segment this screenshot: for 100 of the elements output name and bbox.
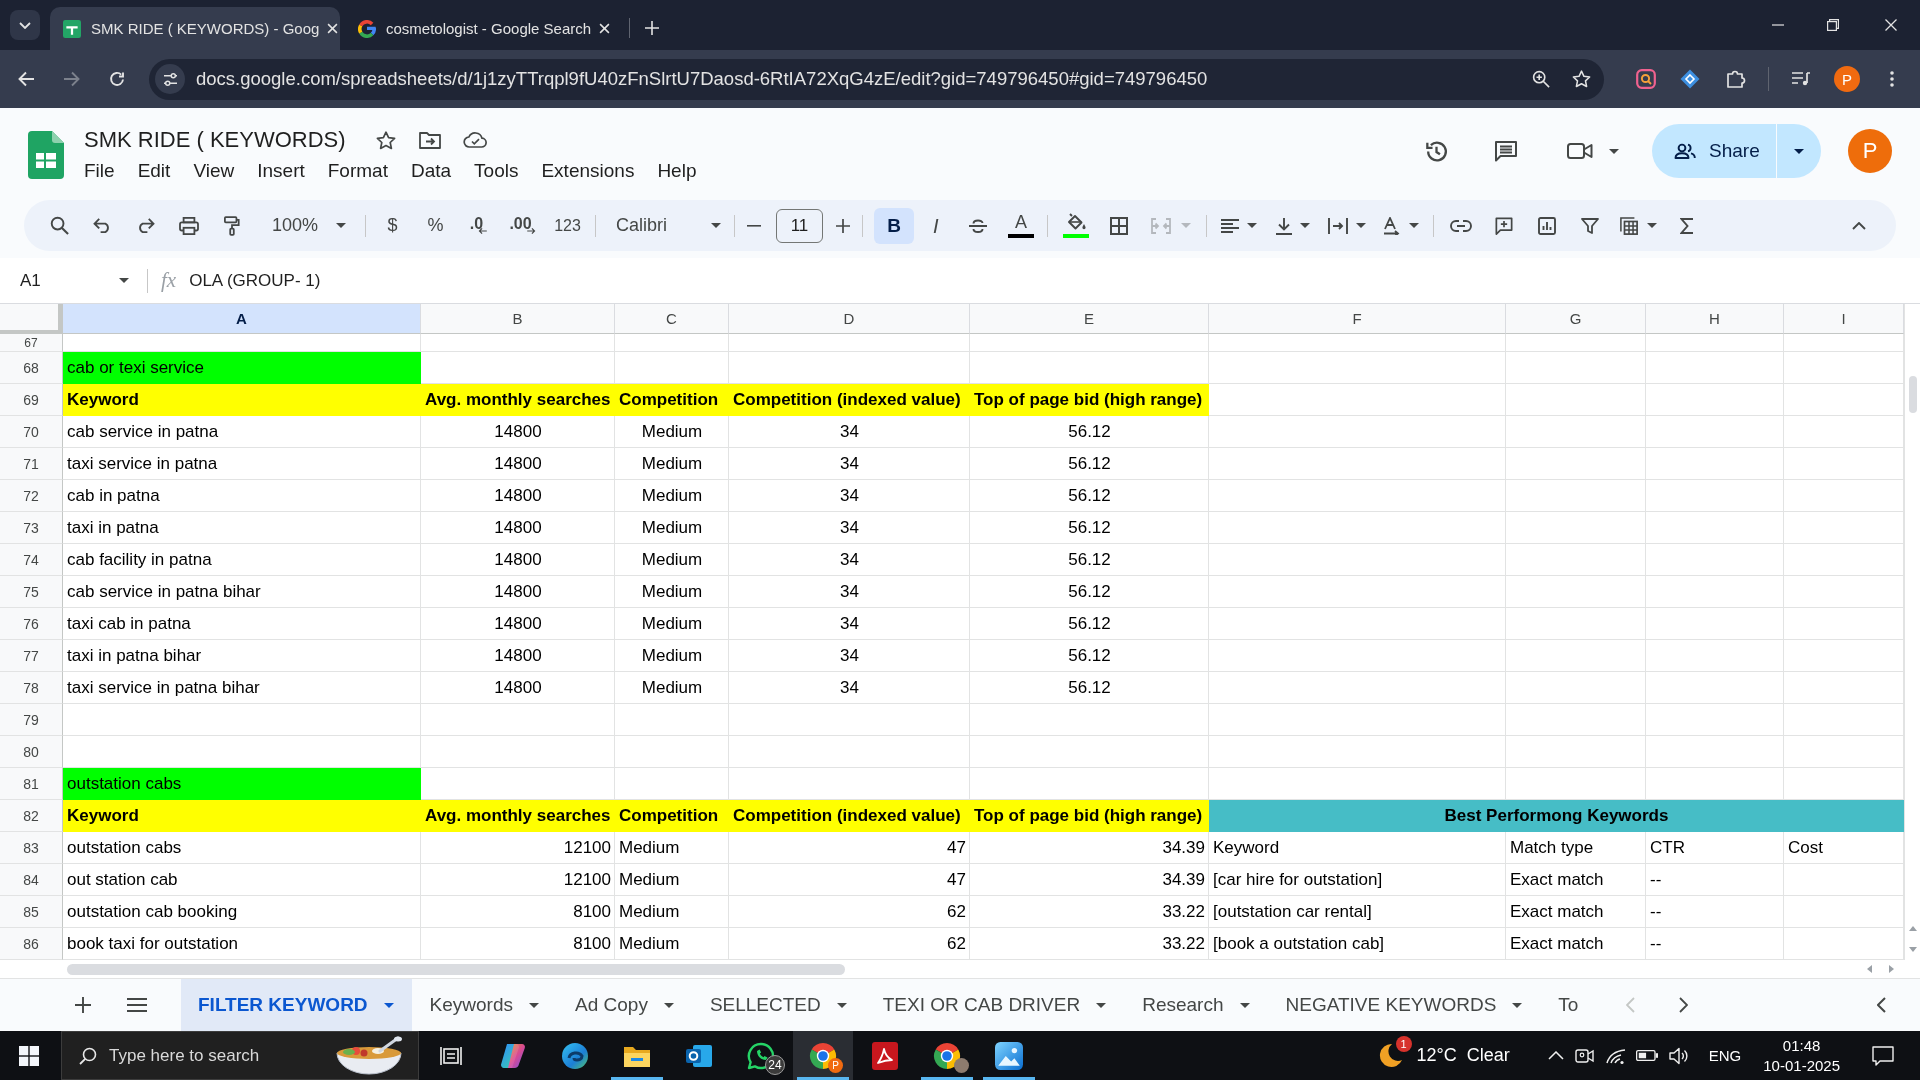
taskbar-search-field[interactable]: Type here to search — [61, 1031, 419, 1080]
sheet-tab[interactable]: Ad Copy — [557, 979, 692, 1031]
row-number[interactable]: 75 — [0, 576, 63, 608]
search-input[interactable]: Type here to search — [109, 1040, 334, 1071]
zoom-select[interactable]: 100% — [253, 208, 360, 243]
sheet-tab[interactable]: NEGATIVE KEYWORDS — [1267, 979, 1541, 1031]
row-number[interactable]: 83 — [0, 832, 63, 864]
caret-icon[interactable] — [1647, 223, 1657, 228]
bold-button[interactable]: B — [874, 207, 914, 244]
left-arrow-icon[interactable] — [1867, 965, 1872, 973]
number-format-button[interactable]: 123 — [545, 208, 590, 243]
print-icon[interactable] — [178, 216, 199, 235]
puzzle-icon[interactable] — [1726, 69, 1746, 89]
sum-icon[interactable] — [1679, 217, 1694, 234]
menu-item[interactable]: Extensions — [537, 158, 639, 184]
cloud-check-icon[interactable] — [462, 132, 487, 148]
site-info-button[interactable] — [155, 64, 185, 94]
row-number[interactable]: 84 — [0, 864, 63, 896]
new-tab-icon[interactable] — [645, 21, 659, 35]
caret-icon[interactable] — [836, 1002, 847, 1008]
caret-icon[interactable] — [1239, 1002, 1250, 1008]
row-number[interactable]: 78 — [0, 672, 63, 704]
more-icon[interactable] — [1890, 71, 1894, 87]
notification-icon[interactable] — [1872, 1045, 1894, 1066]
add-sheet-icon[interactable] — [75, 997, 91, 1013]
caret-icon[interactable] — [1300, 223, 1310, 228]
row-number[interactable]: 80 — [0, 736, 63, 768]
menu-item[interactable]: Format — [323, 158, 392, 184]
decrease-decimal-button[interactable]: .0 — [457, 208, 500, 243]
row-number[interactable]: 81 — [0, 768, 63, 800]
text-rotation-icon[interactable] — [1383, 216, 1401, 235]
row-number[interactable]: 72 — [0, 480, 63, 512]
zoom-in-icon[interactable] — [1532, 70, 1550, 88]
menu-item[interactable]: View — [189, 158, 239, 184]
temperature-label[interactable]: 12°C — [1416, 1045, 1457, 1066]
down-arrow-icon[interactable] — [1908, 947, 1917, 952]
video-camera-icon[interactable] — [1574, 1046, 1595, 1065]
row-number[interactable]: 70 — [0, 416, 63, 448]
bookmark-star-icon[interactable] — [1572, 70, 1591, 88]
formula-field[interactable]: OLA (GROUP- 1) — [189, 264, 1920, 297]
clock-date[interactable]: 10-01-2025 — [1763, 1055, 1840, 1076]
spreadsheet-logo-icon[interactable] — [28, 131, 64, 179]
italic-button[interactable]: I — [916, 207, 956, 244]
back-arrow-icon[interactable] — [18, 71, 35, 87]
column-header[interactable]: C — [615, 304, 729, 334]
right-arrow-icon[interactable] — [1889, 965, 1894, 973]
column-header[interactable]: D — [729, 304, 970, 334]
font-select[interactable]: Calibri — [601, 208, 729, 243]
sheet-tab[interactable]: SELLECTED — [691, 979, 865, 1031]
wifi-icon[interactable] — [1605, 1046, 1626, 1065]
caret-icon[interactable] — [1247, 223, 1257, 228]
close-icon[interactable] — [1885, 19, 1897, 31]
sheet-tab[interactable]: FILTER KEYWORD — [181, 979, 412, 1031]
text-wrap-icon[interactable] — [1328, 217, 1348, 234]
address-bar-field[interactable]: docs.google.com/spreadsheets/d/1j1zyTTrqpl9fU40zFnSlrtU7Daosd-6RtIA72XqG4zE/edit?gid=749796450#gid=749796450 — [149, 58, 1604, 100]
close-icon[interactable] — [327, 23, 339, 34]
menu-item[interactable]: File — [80, 158, 119, 184]
language-indicator[interactable]: ENG — [1708, 1047, 1742, 1064]
column-header[interactable]: I — [1784, 304, 1904, 334]
row-number[interactable]: 77 — [0, 640, 63, 672]
browser-tab[interactable]: cosmetologist - Google Search — [345, 7, 621, 50]
start-menu-icon[interactable] — [19, 1045, 39, 1066]
column-header[interactable]: E — [970, 304, 1209, 334]
caret-icon[interactable] — [1096, 1002, 1107, 1008]
row-number[interactable]: 85 — [0, 896, 63, 928]
table-icon[interactable] — [1619, 216, 1639, 235]
column-header[interactable]: A — [63, 304, 421, 334]
scrollbar-thumb[interactable] — [67, 963, 845, 975]
menu-item[interactable]: Data — [406, 158, 456, 184]
row-number[interactable]: 76 — [0, 608, 63, 640]
row-number[interactable]: 79 — [0, 704, 63, 736]
caret-icon[interactable] — [1409, 223, 1419, 228]
row-number[interactable]: 67 — [0, 334, 63, 352]
row-number[interactable]: 74 — [0, 544, 63, 576]
battery-icon[interactable] — [1635, 1050, 1658, 1061]
search-icon[interactable] — [50, 216, 69, 235]
undo-icon[interactable] — [93, 218, 112, 233]
caret-icon[interactable] — [1356, 223, 1366, 228]
comment-icon[interactable] — [1494, 140, 1518, 162]
column-header[interactable]: B — [421, 304, 615, 334]
taskbar-app[interactable]: 24 — [731, 1031, 791, 1080]
video-camera-icon[interactable] — [1567, 142, 1593, 160]
font-size-field[interactable]: 11 — [776, 208, 823, 243]
row-number[interactable]: 68 — [0, 352, 63, 384]
browser-tab[interactable]: SMK RIDE ( KEYWORDS) - Goog — [50, 7, 340, 50]
chart-icon[interactable] — [1537, 216, 1556, 235]
column-header[interactable]: H — [1646, 304, 1784, 334]
share-button[interactable]: Share — [1652, 124, 1821, 178]
plus-icon[interactable] — [836, 218, 850, 233]
column-header[interactable]: G — [1506, 304, 1646, 334]
menu-item[interactable]: Tools — [470, 158, 523, 184]
increase-decimal-button[interactable]: .00 — [500, 208, 545, 243]
caret-icon[interactable] — [663, 1002, 674, 1008]
redo-icon[interactable] — [136, 218, 155, 233]
speaker-icon[interactable] — [1668, 1046, 1689, 1065]
chevron-up-icon[interactable] — [1547, 1051, 1564, 1060]
percent-format-button[interactable]: % — [414, 208, 457, 243]
align-left-icon[interactable] — [1221, 218, 1239, 233]
chevron-left-icon[interactable] — [1877, 997, 1886, 1013]
menu-icon[interactable] — [127, 998, 147, 1012]
